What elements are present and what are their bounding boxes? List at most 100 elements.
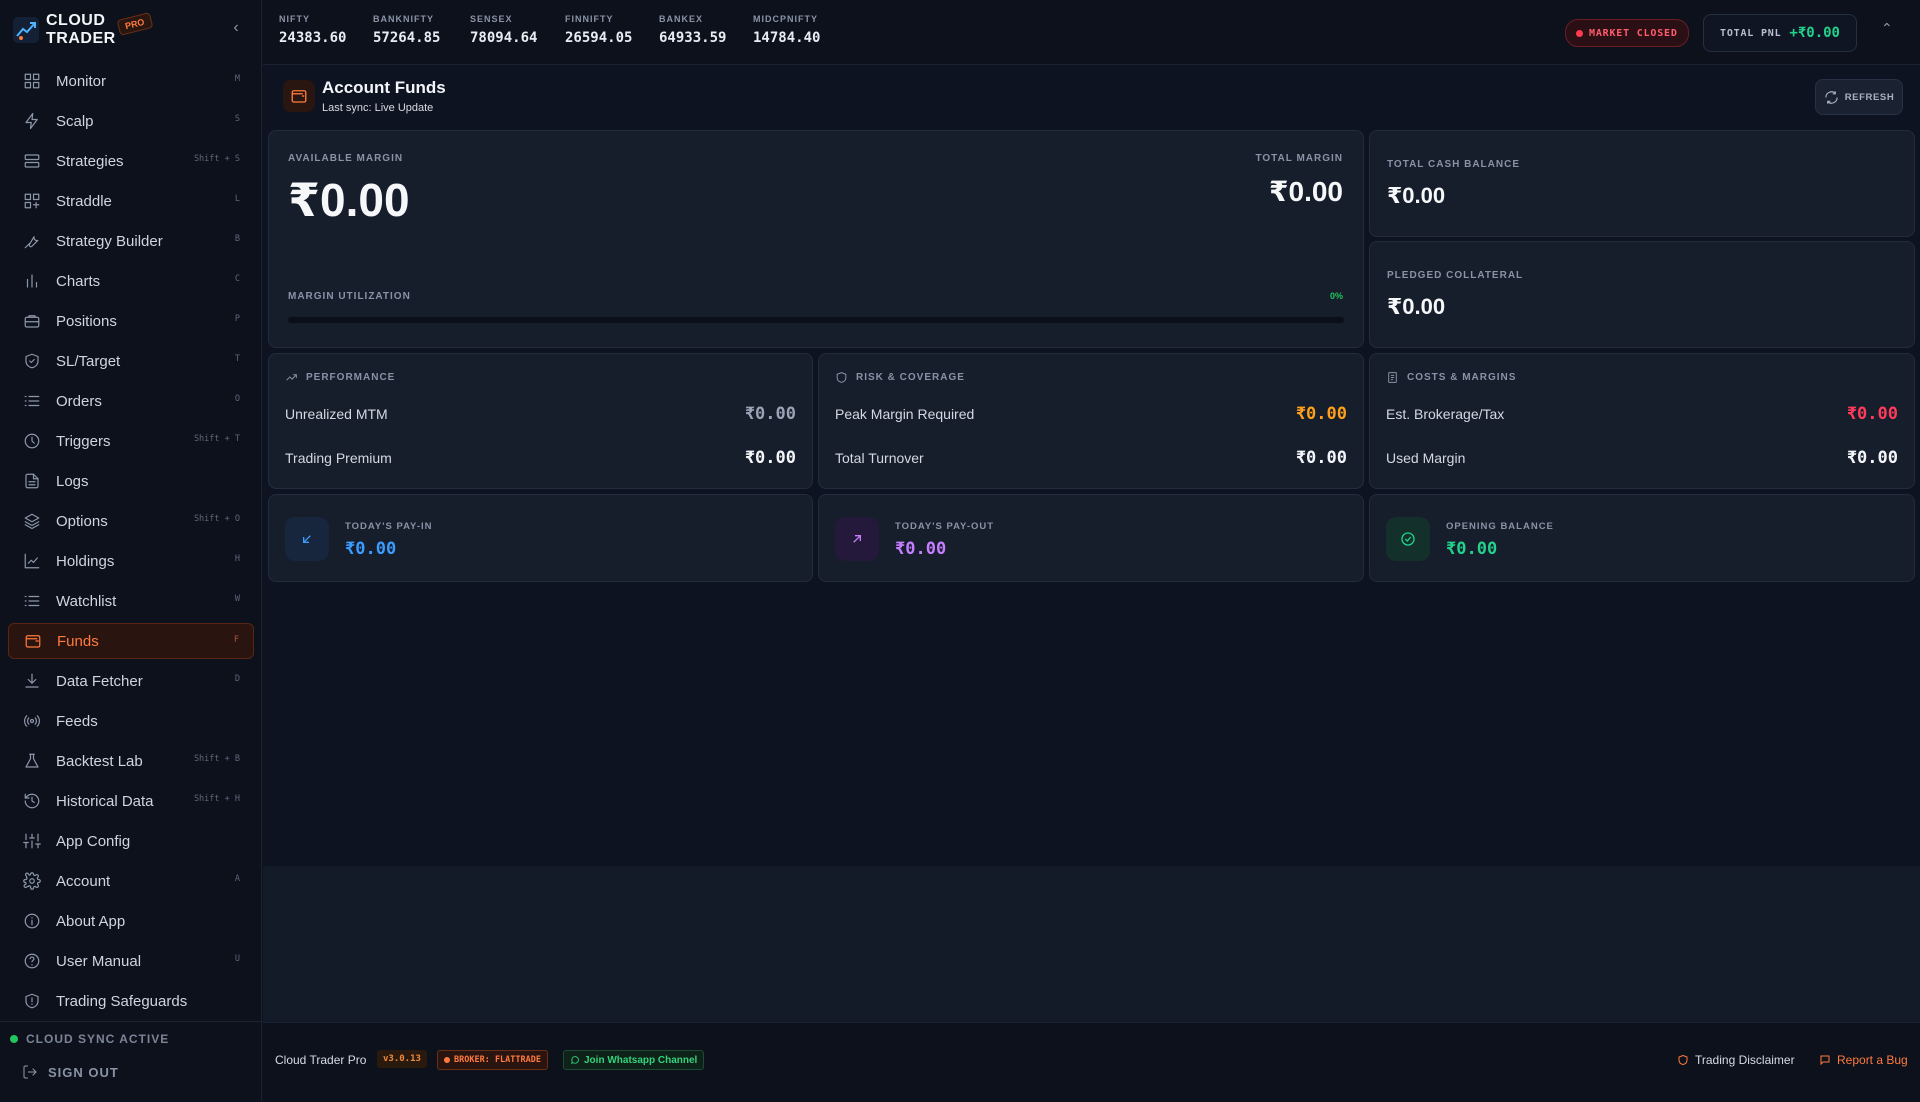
whatsapp-channel-link[interactable]: Join Whatsapp Channel	[563, 1050, 705, 1070]
sidebar-item-triggers[interactable]: Triggers Shift + T	[8, 423, 254, 459]
sidebar-item-user-manual[interactable]: User Manual U	[8, 943, 254, 979]
whatsapp-icon	[570, 1056, 579, 1065]
receipt-icon	[1388, 372, 1397, 383]
refresh-button[interactable]: REFRESH	[1815, 79, 1903, 115]
broker-badge: BROKER: FLATTRADE	[437, 1050, 548, 1070]
shortcut-hint: S	[234, 114, 240, 124]
sidebar-item-label: Positions	[56, 312, 117, 330]
sliders-icon	[22, 831, 42, 851]
line-chart-icon	[22, 551, 42, 571]
shortcut-hint: D	[234, 674, 240, 684]
sidebar-item-holdings[interactable]: Holdings H	[8, 543, 254, 579]
sidebar-item-strategies[interactable]: Strategies Shift + S	[8, 143, 254, 179]
zap-icon	[22, 111, 42, 131]
help-icon	[22, 951, 42, 971]
collapse-sidebar-icon[interactable]: ‹	[226, 18, 246, 38]
opening-balance-label: OPENING BALANCE	[1446, 521, 1554, 532]
briefcase-icon	[22, 311, 42, 331]
trading-disclaimer-link[interactable]: Trading Disclaimer	[1677, 1053, 1795, 1067]
gear-icon	[22, 871, 42, 891]
margin-utilization-percent: 0%	[1329, 291, 1343, 301]
logo-icon	[13, 17, 39, 43]
ticker-bankex[interactable]: BANKEX 64933.59	[659, 14, 726, 46]
costs-margins-card: COSTS & MARGINS Est. Brokerage/Tax ₹0.00…	[1369, 353, 1915, 489]
sign-out-button[interactable]: SIGN OUT	[22, 1064, 119, 1080]
sidebar-item-positions[interactable]: Positions P	[8, 303, 254, 339]
sidebar-item-about-app[interactable]: About App	[8, 903, 254, 939]
sidebar-item-scalp[interactable]: Scalp S	[8, 103, 254, 139]
chevron-up-icon[interactable]: ⌃	[1881, 20, 1893, 37]
collateral-label: PLEDGED COLLATERAL	[1387, 270, 1524, 281]
watchlist-icon	[22, 591, 42, 611]
costs-row: Used Margin ₹0.00	[1386, 448, 1898, 468]
stack-icon	[22, 511, 42, 531]
sidebar-item-label: Data Fetcher	[56, 672, 143, 690]
total-pnl-box[interactable]: TOTAL PNL +₹0.00	[1703, 14, 1857, 52]
ticker-nifty[interactable]: NIFTY 24383.60	[279, 14, 346, 46]
sidebar-item-funds[interactable]: Funds F	[8, 623, 254, 659]
sign-out-icon	[23, 1065, 37, 1079]
risk-row: Peak Margin Required ₹0.00	[835, 404, 1347, 424]
ticker-finnifty[interactable]: FINNIFTY 26594.05	[565, 14, 632, 46]
ticker-sensex[interactable]: SENSEX 78094.64	[470, 14, 537, 46]
pnl-label: TOTAL PNL	[1720, 27, 1782, 39]
sidebar-item-label: Watchlist	[56, 592, 117, 610]
sidebar-item-label: Strategy Builder	[56, 232, 163, 250]
cloud-sync-status: CLOUD SYNC ACTIVE	[10, 1032, 169, 1046]
sidebar-item-monitor[interactable]: Monitor M	[8, 63, 254, 99]
sidebar-item-data-fetcher[interactable]: Data Fetcher D	[8, 663, 254, 699]
sidebar-item-charts[interactable]: Charts C	[8, 263, 254, 299]
footer: Cloud Trader Pro v3.0.13 BROKER: FLATTRA…	[263, 1022, 1920, 1102]
sidebar-item-watchlist[interactable]: Watchlist W	[8, 583, 254, 619]
sidebar-item-feeds[interactable]: Feeds	[8, 703, 254, 739]
row-value: ₹0.00	[1295, 404, 1347, 424]
risk-title: RISK & COVERAGE	[856, 372, 965, 383]
ticker-name: SENSEX	[470, 14, 513, 24]
sidebar-item-trading-safeguards[interactable]: Trading Safeguards	[8, 983, 254, 1019]
ticker-value: 26594.05	[565, 30, 633, 46]
wrench-icon	[22, 231, 42, 251]
ticker-banknifty[interactable]: BANKNIFTY 57264.85	[373, 14, 440, 46]
sidebar-item-orders[interactable]: Orders O	[8, 383, 254, 419]
sidebar-item-backtest-lab[interactable]: Backtest Lab Shift + B	[8, 743, 254, 779]
flask-icon	[22, 751, 42, 771]
sidebar-nav: Monitor M Scalp S Strategies Shift + S Straddl…	[8, 63, 254, 1023]
ticker-midcpnifty[interactable]: MIDCPNIFTY 14784.40	[753, 14, 820, 46]
page-subtitle: Last sync: Live Update	[322, 102, 434, 114]
report-bug-link[interactable]: Report a Bug	[1819, 1053, 1908, 1067]
wallet-icon	[23, 631, 43, 651]
download-icon	[22, 671, 42, 691]
row-value: ₹0.00	[1846, 448, 1898, 468]
shortcut-hint: T	[234, 354, 240, 364]
sidebar-item-account[interactable]: Account A	[8, 863, 254, 899]
sidebar-item-label: Account	[56, 872, 111, 890]
ticker-value: 57264.85	[373, 30, 441, 46]
brand[interactable]: CLOUD TRADER PRO	[12, 10, 252, 50]
broker-dot-icon	[444, 1057, 450, 1063]
whatsapp-label: Join Whatsapp Channel	[584, 1054, 698, 1066]
performance-title: PERFORMANCE	[306, 372, 396, 383]
sidebar-item-historical-data[interactable]: Historical Data Shift + H	[8, 783, 254, 819]
sidebar-item-app-config[interactable]: App Config	[8, 823, 254, 859]
total-margin-value: ₹0.00	[1269, 176, 1343, 207]
sidebar-item-label: Funds	[57, 632, 99, 650]
shortcut-hint: B	[234, 234, 240, 244]
sidebar-item-label: Logs	[56, 472, 89, 490]
ticker-value: 24383.60	[279, 30, 347, 46]
performance-row: Unrealized MTM ₹0.00	[285, 404, 796, 424]
payout-value: ₹0.00	[895, 539, 947, 559]
risk-header: RISK & COVERAGE	[835, 371, 965, 384]
sidebar-item-label: Backtest Lab	[56, 752, 143, 770]
sidebar-item-logs[interactable]: Logs	[8, 463, 254, 499]
sidebar-item-options[interactable]: Options Shift + O	[8, 503, 254, 539]
sidebar-item-sl-target[interactable]: SL/Target T	[8, 343, 254, 379]
payin-value: ₹0.00	[345, 539, 397, 559]
list-icon	[22, 391, 42, 411]
sidebar-item-straddle[interactable]: Straddle L	[8, 183, 254, 219]
shortcut-hint: Shift + T	[193, 434, 240, 444]
sidebar-item-strategy-builder[interactable]: Strategy Builder B	[8, 223, 254, 259]
cash-balance-value: ₹0.00	[1387, 183, 1446, 208]
lower-panel	[263, 866, 1920, 1022]
version-badge: v3.0.13	[377, 1050, 427, 1068]
sidebar-item-label: Holdings	[56, 552, 115, 570]
